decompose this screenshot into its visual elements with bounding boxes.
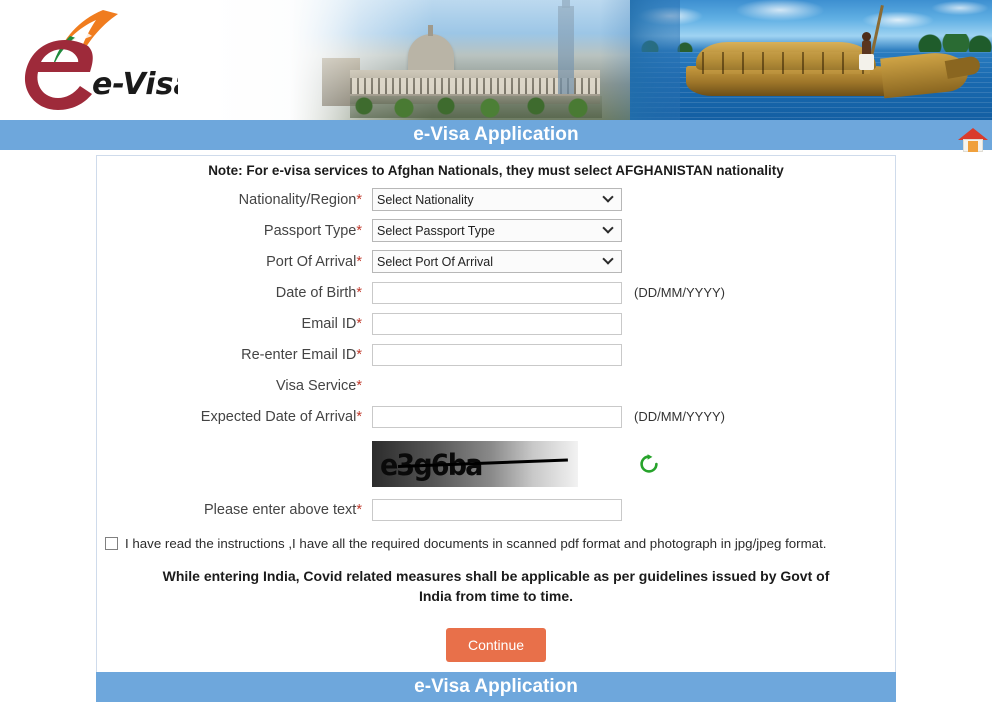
photo-seam-fade [600,0,680,120]
field-row-passport-type: Passport Type* Select Passport Type [97,215,895,246]
page-title: e-Visa Application [413,124,579,145]
label-email-text: Email ID [301,315,357,332]
logo-letter-e [24,40,93,110]
date-of-birth-format-hint: (DD/MM/YYYY) [634,285,725,300]
boat-canopy-ribs [702,52,870,74]
captcha-answer-input[interactable] [372,498,622,521]
consent-row[interactable]: I have read the instructions ,I have all… [97,529,895,556]
consent-label: I have read the instructions ,I have all… [125,536,827,551]
label-nationality-text: Nationality/Region [238,191,357,208]
home-icon[interactable] [958,126,988,152]
label-visa-service-text: Visa Service [276,377,357,394]
nationality-select-wrap: Select Nationality [372,188,622,211]
required-marker: * [356,315,362,332]
home-icon-door [968,141,978,152]
required-marker: * [356,253,362,270]
nationality-select[interactable]: Select Nationality [372,188,622,211]
site-banner: e-Visa [0,0,992,120]
email-input[interactable] [372,312,622,335]
expected-arrival-format-hint: (DD/MM/YYYY) [634,409,725,424]
reenter-email-input[interactable] [372,343,622,366]
consent-checkbox[interactable] [105,537,118,550]
footer-title: e-Visa Application [414,676,578,697]
afghan-nationality-note: Note: For e-visa services to Afghan Nati… [208,163,784,178]
label-port-of-arrival-text: Port Of Arrival [266,253,357,270]
field-row-email: Email ID* [97,308,895,339]
building-dome [408,25,454,74]
covid-notice: While entering India, Covid related meas… [162,568,830,604]
evisa-logo[interactable]: e-Visa [8,2,178,120]
required-marker: * [356,377,362,394]
date-of-birth-input[interactable] [372,281,622,304]
page-title-bar: e-Visa Application [0,120,992,152]
label-nationality: Nationality/Region* [97,192,372,208]
continue-button[interactable]: Continue [445,628,547,662]
expected-arrival-input[interactable] [372,405,622,428]
passport-type-select-wrap: Select Passport Type [372,219,622,242]
field-row-expected-arrival: Expected Date of Arrival* (DD/MM/YYYY) [97,401,895,432]
captcha-row: e3g6ba [97,438,895,490]
logo-visa-text: e-Visa [92,67,178,102]
label-expected-arrival-text: Expected Date of Arrival [200,408,357,425]
field-row-port-of-arrival: Port Of Arrival* Select Port Of Arrival [97,246,895,277]
label-captcha-answer: Please enter above text* [97,502,372,518]
banner-trees [350,96,602,118]
field-row-reenter-email: Re-enter Email ID* [97,339,895,370]
captcha-image: e3g6ba [372,441,578,487]
kerala-houseboat-photo [630,0,992,120]
label-passport-type: Passport Type* [97,223,372,239]
label-reenter-email: Re-enter Email ID* [97,347,372,363]
required-marker: * [356,222,362,239]
passport-type-select[interactable]: Select Passport Type [372,219,622,242]
label-passport-type-text: Passport Type [263,222,357,239]
label-date-of-birth: Date of Birth* [97,285,372,301]
field-row-date-of-birth: Date of Birth* (DD/MM/YYYY) [97,277,895,308]
label-visa-service: Visa Service* [97,378,372,394]
label-date-of-birth-text: Date of Birth [275,284,357,301]
label-email: Email ID* [97,316,372,332]
port-of-arrival-select-wrap: Select Port Of Arrival [372,250,622,273]
boatman-dhoti [859,54,874,70]
label-expected-arrival: Expected Date of Arrival* [97,409,372,425]
application-form-card: Note: For e-visa services to Afghan Nati… [96,155,896,685]
boatman-head [862,32,871,41]
page-footer-bar: e-Visa Application [96,672,896,702]
required-marker: * [356,284,362,301]
required-marker: * [356,408,362,425]
label-reenter-email-text: Re-enter Email ID [241,346,357,363]
required-marker: * [356,346,362,363]
port-of-arrival-select[interactable]: Select Port Of Arrival [372,250,622,273]
label-captcha-answer-text: Please enter above text [203,501,357,518]
refresh-icon-svg [640,454,658,473]
building-tower [558,0,574,94]
refresh-icon[interactable] [638,453,660,475]
required-marker: * [356,191,362,208]
form-fields: Nationality/Region* Select Nationality P… [97,184,895,529]
field-row-captcha-answer: Please enter above text* [97,494,895,525]
label-port-of-arrival: Port Of Arrival* [97,254,372,270]
required-marker: * [356,501,362,518]
field-row-nationality: Nationality/Region* Select Nationality [97,184,895,215]
field-row-visa-service: Visa Service* [97,370,895,401]
